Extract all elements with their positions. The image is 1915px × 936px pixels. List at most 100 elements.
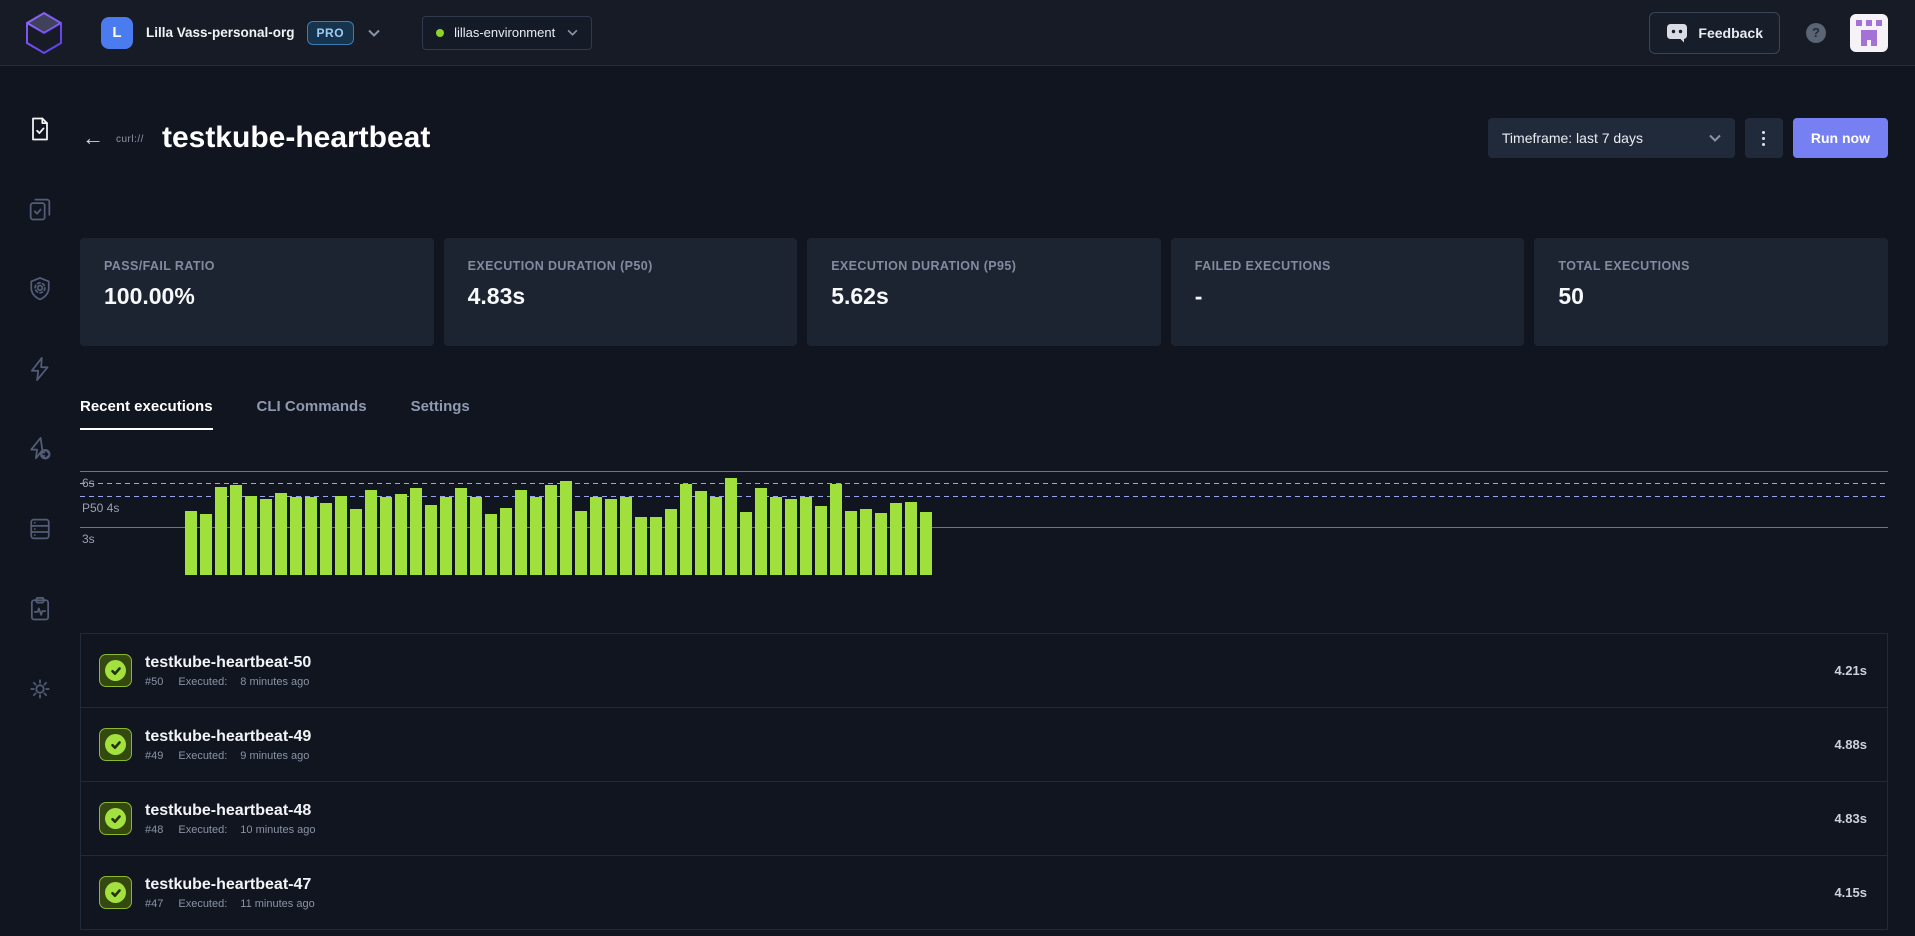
org-switcher[interactable]: L Lilla Vass-personal-org PRO	[101, 17, 380, 49]
duration-bar[interactable]	[200, 514, 212, 575]
recent-executions-list: testkube-heartbeat-50 #50 Executed: 8 mi…	[80, 633, 1888, 930]
duration-bar[interactable]	[605, 499, 617, 575]
duration-bar[interactable]	[875, 513, 887, 575]
duration-bar[interactable]	[815, 506, 827, 575]
duration-bar[interactable]	[635, 517, 647, 575]
environment-selector[interactable]: lillas-environment	[422, 16, 592, 50]
duration-bar[interactable]	[830, 484, 842, 575]
metric-card-total-executions: TOTAL EXECUTIONS 50	[1534, 238, 1888, 346]
duration-bar[interactable]	[905, 502, 917, 575]
execution-number: #47	[145, 898, 163, 910]
duration-bar[interactable]	[245, 496, 257, 575]
duration-bar[interactable]	[230, 485, 242, 575]
execution-name: testkube-heartbeat-48	[145, 802, 316, 820]
metric-value: -	[1195, 283, 1501, 310]
timeframe-dropdown[interactable]: Timeframe: last 7 days	[1488, 118, 1735, 158]
metric-value: 4.83s	[468, 283, 774, 310]
duration-bar[interactable]	[890, 503, 902, 575]
sidebar-nav	[0, 66, 80, 936]
sidebar-item-status-pages[interactable]	[26, 595, 54, 623]
duration-bar[interactable]	[560, 481, 572, 575]
help-button[interactable]: ?	[1806, 23, 1826, 43]
duration-bar[interactable]	[455, 488, 467, 575]
kebab-dot	[1762, 137, 1765, 140]
duration-bar[interactable]	[785, 499, 797, 575]
duration-bar[interactable]	[275, 493, 287, 575]
duration-bar[interactable]	[845, 511, 857, 575]
execution-time: 8 minutes ago	[240, 676, 309, 688]
execution-row[interactable]: testkube-heartbeat-49 #49 Executed: 9 mi…	[81, 708, 1887, 782]
duration-bar[interactable]	[590, 497, 602, 575]
duration-bar[interactable]	[185, 511, 197, 575]
duration-bar[interactable]	[695, 491, 707, 575]
duration-bar[interactable]	[920, 512, 932, 575]
duration-bar[interactable]	[365, 490, 377, 575]
sidebar-item-webhooks[interactable]	[26, 435, 54, 463]
duration-bar[interactable]	[485, 514, 497, 575]
execution-duration: 4.83s	[1834, 811, 1867, 826]
more-options-button[interactable]	[1745, 118, 1783, 158]
duration-bar[interactable]	[665, 509, 677, 575]
duration-bar[interactable]	[800, 497, 812, 575]
execution-row[interactable]: testkube-heartbeat-47 #47 Executed: 11 m…	[81, 856, 1887, 930]
pro-badge: PRO	[307, 21, 355, 45]
sidebar-item-tests[interactable]	[26, 115, 54, 143]
axis-label-p50: P50 4s	[82, 501, 119, 515]
back-button[interactable]: ←	[80, 125, 106, 151]
tab-settings[interactable]: Settings	[411, 398, 470, 430]
metric-label: FAILED EXECUTIONS	[1195, 259, 1501, 273]
user-avatar[interactable]	[1850, 14, 1888, 52]
execution-row[interactable]: testkube-heartbeat-48 #48 Executed: 10 m…	[81, 782, 1887, 856]
duration-bar[interactable]	[425, 505, 437, 575]
execution-duration: 4.88s	[1834, 737, 1867, 752]
duration-bar[interactable]	[860, 509, 872, 575]
duration-bar[interactable]	[260, 499, 272, 575]
main-content: ← curl:// testkube-heartbeat Timeframe: …	[80, 66, 1915, 936]
duration-bar[interactable]	[680, 484, 692, 575]
execution-duration: 4.15s	[1834, 885, 1867, 900]
duration-bar[interactable]	[620, 497, 632, 575]
duration-bar[interactable]	[305, 497, 317, 575]
duration-bar[interactable]	[215, 487, 227, 575]
duration-bar[interactable]	[575, 511, 587, 575]
discord-icon	[1666, 23, 1688, 43]
feedback-button[interactable]: Feedback	[1649, 12, 1780, 54]
sidebar-item-test-suites[interactable]	[26, 195, 54, 223]
duration-bar[interactable]	[410, 488, 422, 575]
axis-label-3s: 3s	[82, 532, 95, 546]
duration-bar[interactable]	[290, 497, 302, 575]
execution-number: #50	[145, 676, 163, 688]
duration-bar[interactable]	[440, 497, 452, 575]
execution-time: 9 minutes ago	[240, 750, 309, 762]
duration-bar[interactable]	[320, 503, 332, 575]
duration-bar[interactable]	[350, 509, 362, 575]
status-passed-icon	[99, 654, 132, 687]
duration-bar[interactable]	[515, 490, 527, 575]
run-now-button[interactable]: Run now	[1793, 118, 1888, 158]
sidebar-item-settings[interactable]	[26, 675, 54, 703]
duration-bar[interactable]	[755, 488, 767, 575]
chevron-down-icon	[368, 29, 380, 37]
duration-bar[interactable]	[710, 497, 722, 575]
sidebar-item-executors[interactable]	[26, 275, 54, 303]
duration-bar[interactable]	[500, 508, 512, 575]
duration-bar[interactable]	[725, 478, 737, 575]
sidebar-item-sources[interactable]	[26, 515, 54, 543]
execution-time: 11 minutes ago	[240, 898, 314, 910]
duration-bar[interactable]	[545, 485, 557, 575]
execution-row[interactable]: testkube-heartbeat-50 #50 Executed: 8 mi…	[81, 634, 1887, 708]
sources-server-icon	[26, 515, 54, 543]
duration-bar[interactable]	[395, 494, 407, 575]
duration-bar[interactable]	[530, 497, 542, 575]
duration-bar[interactable]	[770, 497, 782, 575]
executed-label: Executed:	[178, 824, 227, 836]
execution-duration-chart: 6s P50 4s 3s	[80, 462, 1888, 575]
tab-recent-executions[interactable]: Recent executions	[80, 398, 213, 430]
duration-bar[interactable]	[740, 512, 752, 575]
tab-cli-commands[interactable]: CLI Commands	[257, 398, 367, 430]
duration-bar[interactable]	[650, 517, 662, 575]
duration-bar[interactable]	[335, 496, 347, 575]
sidebar-item-triggers[interactable]	[26, 355, 54, 383]
duration-bar[interactable]	[380, 497, 392, 575]
duration-bar[interactable]	[470, 497, 482, 575]
